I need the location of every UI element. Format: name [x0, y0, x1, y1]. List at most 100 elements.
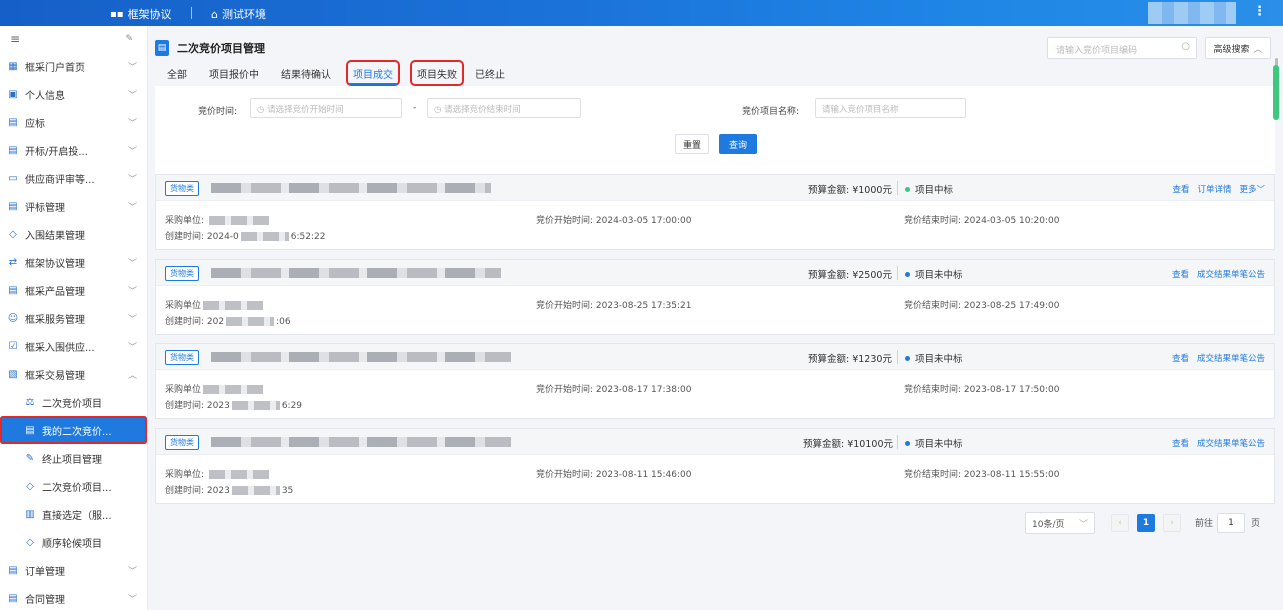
sidebar-item-label: 订单管理 [25, 566, 65, 578]
chevron-down-icon: ﹀ [127, 175, 137, 185]
next-page-button[interactable]: › [1163, 514, 1181, 532]
scrollbar-thumb[interactable] [1273, 65, 1279, 120]
project-card-body: 采购单位: 创建时间: 2023 35 竞价开始时间: 2023-08-11 15… [156, 455, 1274, 503]
page-size-select[interactable]: 10条/页 ﹀ [1025, 512, 1095, 534]
tab-deal-closed[interactable]: 项目成交 [346, 60, 400, 86]
avatar[interactable] [1148, 2, 1236, 24]
action-link[interactable]: 成交结果单笔公告 [1197, 352, 1265, 364]
doc-icon: ▤ [8, 144, 18, 156]
chevron-down-icon: ﹀ [127, 119, 137, 129]
sidebar-item[interactable]: ☺ 框采服务管理 ﹀ [0, 304, 147, 332]
project-name-input[interactable]: 请输入竞价项目名称 [815, 98, 966, 118]
divider [897, 181, 898, 195]
bid-start-time: 竞价开始时间: 2023-08-25 17:35:21 [536, 301, 692, 311]
person-card-icon: ▣ [8, 88, 18, 100]
purchasing-unit: 采购单位 [165, 382, 265, 395]
divider [191, 7, 192, 19]
sidebar-item-label: 合同管理 [25, 594, 65, 606]
sidebar-item[interactable]: ▭ 供应商评审等... ﹀ [0, 164, 147, 192]
sidebar-item[interactable]: ▤ 评标管理 ﹀ [0, 192, 147, 220]
sidebar-item[interactable]: ⚖ 二次竞价项目 [0, 388, 147, 416]
tab-terminated[interactable]: 已终止 [475, 63, 505, 83]
category-tag: 货物类 [165, 266, 199, 281]
goto-label: 前往 [1195, 519, 1214, 529]
document-icon: ▤ [155, 40, 169, 56]
environment-text: 测试环境 [221, 8, 266, 21]
trade-icon: ▧ [8, 368, 18, 380]
created-time: 创建时间: 202:06 [165, 317, 291, 327]
page-1-button[interactable]: 1 [1137, 514, 1155, 532]
doc-icon: ▤ [8, 564, 18, 576]
sidebar-item-label: 供应商评审等... [25, 174, 95, 186]
bid-end-time-input[interactable]: ◷ 请选择竞价结束时间 [427, 98, 581, 118]
card-actions: 查看 订单详情 更多﹀ [1172, 183, 1265, 195]
sidebar-item[interactable]: ⇄ 框架协议管理 ﹀ [0, 248, 147, 276]
sidebar-item[interactable]: ▣ 个人信息 ﹀ [0, 80, 147, 108]
page-unit-label: 页 [1251, 519, 1261, 529]
sidebar-item-label: 框采门户首页 [25, 62, 85, 74]
reset-button[interactable]: 重置 [675, 134, 709, 154]
project-code-search-input[interactable]: 请输入竞价项目编码 ○ [1047, 37, 1197, 59]
doc-icon: ▤ [8, 592, 18, 604]
page-header: ▤ 二次竞价项目管理 请输入竞价项目编码 ○ 高级搜索 ︿ [155, 34, 1275, 62]
created-time: 创建时间: 2024-0 6:52:22 [165, 232, 326, 242]
chevron-down-icon: ﹀ [127, 259, 137, 269]
view-link[interactable]: 查看 [1172, 183, 1189, 195]
bid-end-time: 竞价结束时间: 2023-08-17 17:50:00 [904, 385, 1060, 395]
home-icon: ⌂ [211, 7, 218, 21]
sidebar-item[interactable]: ▤ 开标/开启投... ﹀ [0, 136, 147, 164]
view-link[interactable]: 查看 [1172, 352, 1189, 364]
tab-pending-confirmation[interactable]: 结果待确认 [281, 63, 331, 83]
sidebar-item[interactable]: ▤ 应标 ﹀ [0, 108, 147, 136]
redacted-text [203, 301, 264, 310]
sidebar-item[interactable]: ✎ 终止项目管理 [0, 444, 147, 472]
sidebar-item[interactable]: ◇ 二次竞价项目... [0, 472, 147, 500]
status-badge: 项目未中标 [905, 436, 963, 450]
hamburger-icon[interactable]: ≡ [10, 32, 20, 46]
environment-label[interactable]: ⌂ 测试环境 [211, 6, 266, 22]
sidebar-item[interactable]: ☑ 框采入围供应... ﹀ [0, 332, 147, 360]
card-actions: 查看 成交结果单笔公告 [1172, 268, 1265, 280]
project-name-label: 竞价项目名称: [742, 107, 800, 117]
action-link[interactable]: 成交结果单笔公告 [1197, 268, 1265, 280]
status-dot [905, 186, 910, 192]
view-link[interactable]: 查看 [1172, 437, 1189, 449]
category-tag: 货物类 [165, 350, 199, 365]
project-card: 货物类 预算金额: ¥2500元 项目未中标 查看 成交结果单笔公告 采购单位 创… [155, 259, 1275, 335]
project-name-redacted [211, 437, 511, 447]
redacted-text [203, 385, 264, 394]
sidebar-item[interactable]: ▦ 框采门户首页 ﹀ [0, 52, 147, 80]
diamond-icon: ◇ [9, 228, 17, 240]
bid-start-time-input[interactable]: ◷ 请选择竞价开始时间 [250, 98, 402, 118]
chevron-down-icon: ﹀ [127, 147, 137, 157]
bid-end-time: 竞价结束时间: 2023-08-25 17:49:00 [904, 301, 1060, 311]
bid-start-time: 竞价开始时间: 2023-08-17 17:38:00 [536, 385, 692, 395]
divider [897, 266, 898, 280]
query-button[interactable]: 查询 [719, 134, 757, 154]
sidebar-item[interactable]: ▤ 我的二次竞价... [0, 416, 147, 444]
sidebar-item[interactable]: ▥ 直接选定（服... [0, 500, 147, 528]
action-link[interactable]: 成交结果单笔公告 [1197, 437, 1265, 449]
project-card-body: 采购单位 创建时间: 2023 6:29 竞价开始时间: 2023-08-17 1… [156, 370, 1274, 418]
sidebar-item[interactable]: ◇ 入围结果管理 [0, 220, 147, 248]
sidebar-item[interactable]: ▤ 订单管理 ﹀ [0, 556, 147, 584]
action-link[interactable]: 订单详情 [1197, 183, 1231, 195]
more-dropdown-link[interactable]: 更多﹀ [1239, 183, 1265, 195]
goto-page-input[interactable]: 1 [1217, 513, 1245, 533]
view-link[interactable]: 查看 [1172, 268, 1189, 280]
advanced-search-button[interactable]: 高级搜索 ︿ [1205, 37, 1271, 59]
sidebar-item[interactable]: ▧ 框采交易管理 ︿ [0, 360, 147, 388]
search-icon[interactable]: ○ [1181, 41, 1190, 52]
tab-all[interactable]: 全部 [167, 63, 187, 83]
pin-icon[interactable]: ✎ [125, 34, 133, 44]
tab-quoting[interactable]: 项目报价中 [209, 63, 259, 83]
sidebar-item[interactable]: ◇ 顺序轮候项目 [0, 528, 147, 556]
more-menu-icon[interactable]: ⋮ [1253, 4, 1266, 19]
prev-page-button[interactable]: ‹ [1111, 514, 1129, 532]
edit-doc-icon: ✎ [25, 452, 35, 464]
project-card: 货物类 预算金额: ¥1000元 项目中标 查看 订单详情 更多﹀ 采购单位: 创建… [155, 174, 1275, 250]
tab-failed[interactable]: 项目失败 [410, 60, 464, 86]
app-brand[interactable]: ▪▪ 框架协议 [110, 6, 172, 22]
sidebar-item[interactable]: ▤ 合同管理 ﹀ [0, 584, 147, 610]
sidebar-item[interactable]: ▤ 框采产品管理 ﹀ [0, 276, 147, 304]
